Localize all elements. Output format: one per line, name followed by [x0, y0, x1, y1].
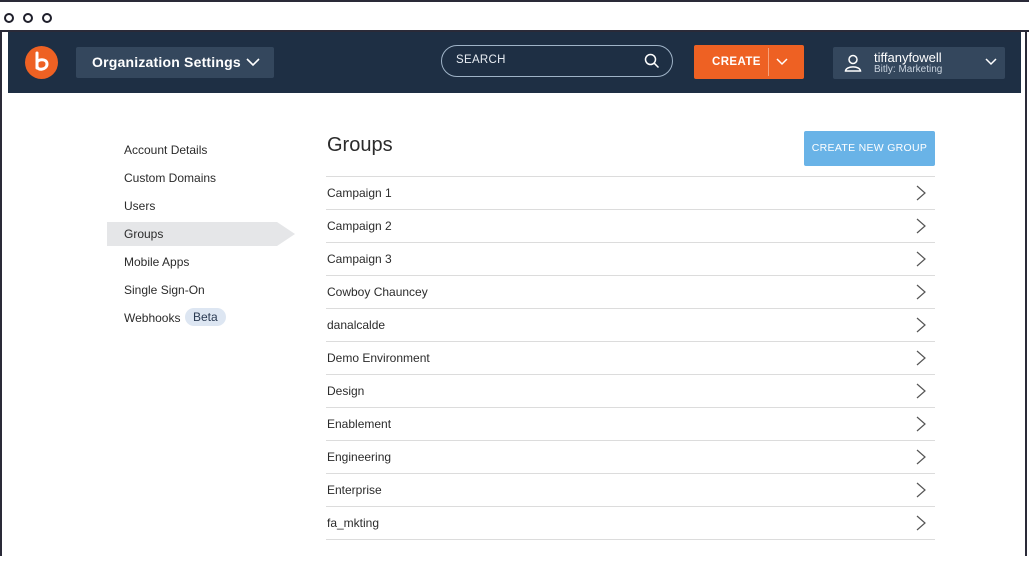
chevron-down-icon — [985, 58, 997, 66]
top-navigation-bar: Organization Settings SEARCH CREATE tiff… — [8, 32, 1021, 93]
user-icon — [844, 54, 862, 72]
group-name: Campaign 1 — [327, 186, 392, 200]
sidebar-item-users[interactable]: Users — [107, 194, 277, 218]
group-row[interactable]: danalcalde — [326, 308, 935, 340]
group-row[interactable]: Campaign 1 — [326, 176, 935, 208]
group-name: Enterprise — [327, 483, 382, 497]
group-name: Cowboy Chauncey — [327, 285, 428, 299]
window-titlebar — [0, 0, 1029, 32]
group-row[interactable]: Campaign 3 — [326, 242, 935, 274]
chevron-right-icon — [916, 251, 926, 267]
chevron-right-icon — [916, 449, 926, 465]
organization-settings-dropdown[interactable]: Organization Settings — [76, 47, 274, 78]
chevron-right-icon — [916, 515, 926, 531]
sidebar-item-groups[interactable]: Groups — [107, 222, 295, 246]
sidebar-item-custom-domains[interactable]: Custom Domains — [107, 166, 277, 190]
chevron-right-icon — [916, 218, 926, 234]
chevron-right-icon — [916, 416, 926, 432]
bitly-logo-icon[interactable] — [25, 46, 58, 79]
group-row[interactable]: Enterprise — [326, 473, 935, 505]
page-title: Groups — [327, 134, 393, 156]
chevron-right-icon — [916, 284, 926, 300]
create-dropdown-chevron-icon[interactable] — [776, 57, 788, 67]
group-name: Campaign 2 — [327, 219, 392, 233]
window-close-dot[interactable] — [4, 13, 14, 23]
group-name: Demo Environment — [327, 351, 430, 365]
chevron-right-icon — [916, 482, 926, 498]
username: tiffanyfowell — [874, 50, 942, 65]
sidebar-item-single-sign-on[interactable]: Single Sign-On — [107, 278, 277, 302]
create-button[interactable]: CREATE — [694, 45, 804, 79]
chevron-right-icon — [916, 185, 926, 201]
group-row[interactable]: Design — [326, 374, 935, 406]
group-name: Design — [327, 384, 365, 398]
bitly-b-glyph-icon — [35, 51, 49, 71]
create-new-group-button[interactable]: CREATE NEW GROUP — [804, 131, 935, 166]
sidebar-item-label: Custom Domains — [124, 171, 217, 185]
group-name: fa_mkting — [327, 516, 380, 530]
sidebar-item-label: Groups — [124, 227, 164, 241]
beta-badge: Beta — [185, 308, 226, 326]
group-row[interactable]: Enablement — [326, 407, 935, 439]
group-name: danalcalde — [327, 318, 386, 332]
user-account-dropdown[interactable]: tiffanyfowell Bitly: Marketing — [833, 47, 1005, 79]
group-row[interactable]: Engineering — [326, 440, 935, 472]
active-item-pointer — [277, 222, 295, 246]
group-row[interactable]: Demo Environment — [326, 341, 935, 373]
group-row-partial[interactable] — [326, 539, 935, 571]
sidebar-item-mobile-apps[interactable]: Mobile Apps — [107, 250, 277, 274]
sidebar-item-label: Account Details — [124, 143, 208, 157]
sidebar-item-account-details[interactable]: Account Details — [107, 138, 277, 162]
group-row[interactable]: Cowboy Chauncey — [326, 275, 935, 307]
chevron-right-icon — [916, 317, 926, 333]
search-icon[interactable] — [644, 53, 660, 69]
window-maximize-dot[interactable] — [42, 13, 52, 23]
sidebar-item-webhooks[interactable]: Webhooks Beta — [107, 306, 277, 330]
chevron-down-icon — [246, 58, 260, 67]
create-button-label: CREATE — [712, 56, 761, 68]
sidebar-item-label: Mobile Apps — [124, 255, 190, 269]
window-minimize-dot[interactable] — [23, 13, 33, 23]
group-name: Enablement — [327, 417, 392, 431]
search-placeholder: SEARCH — [456, 54, 506, 66]
chevron-right-icon — [916, 383, 926, 399]
organization-settings-label: Organization Settings — [92, 54, 241, 70]
sidebar-item-label: Single Sign-On — [124, 283, 205, 297]
group-name: Engineering — [327, 450, 392, 464]
sidebar-item-label: Users — [124, 199, 156, 213]
group-row[interactable]: Campaign 2 — [326, 209, 935, 241]
search-field[interactable]: SEARCH — [441, 45, 673, 77]
create-button-divider — [768, 48, 769, 76]
sidebar-item-label: Webhooks — [124, 311, 181, 325]
chevron-right-icon — [916, 350, 926, 366]
group-name: Campaign 3 — [327, 252, 392, 266]
user-organization: Bitly: Marketing — [874, 64, 943, 75]
group-row[interactable]: fa_mkting — [326, 506, 935, 538]
